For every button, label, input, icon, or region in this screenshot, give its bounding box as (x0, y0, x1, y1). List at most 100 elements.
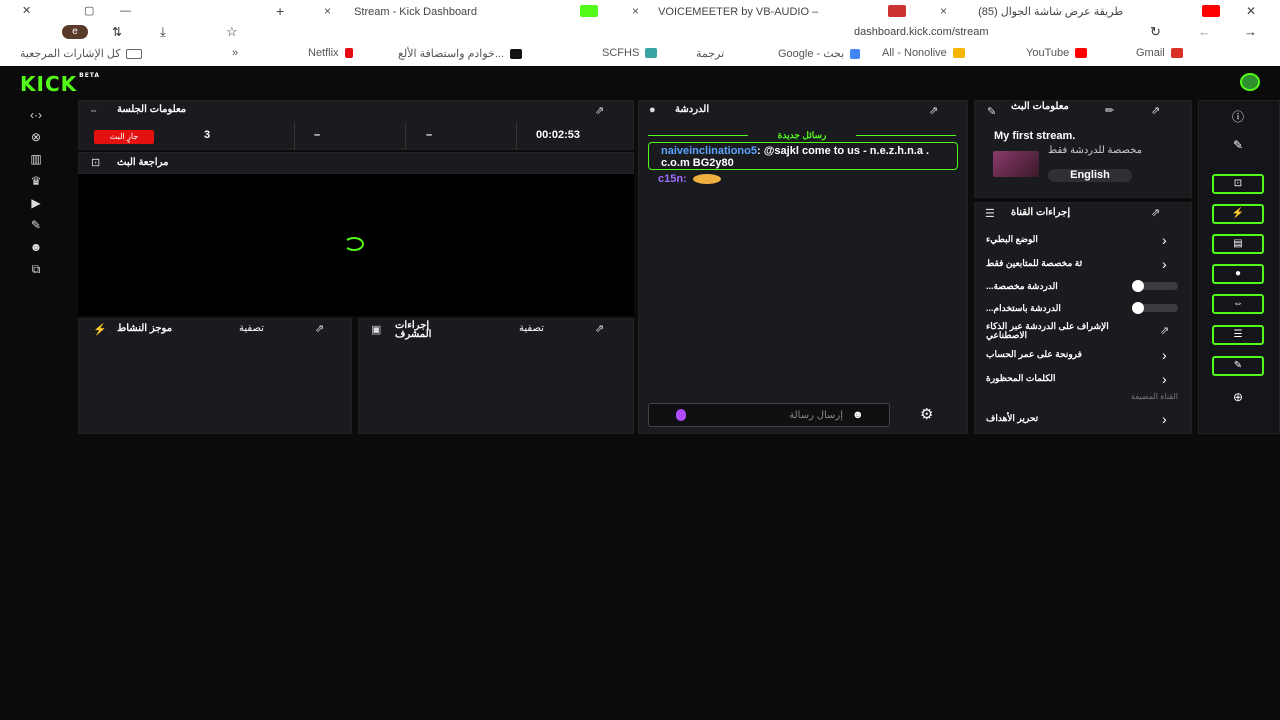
ai-moderation-action[interactable]: الإشراف على الدردشة عبر الذكاء الاصطناعي (986, 322, 1136, 340)
close-tab-icon[interactable]: × (632, 4, 639, 18)
mod-toggle-icon[interactable]: ▤ (1212, 234, 1264, 254)
bookmark-star-icon[interactable]: ☆ (226, 24, 238, 40)
analytics-icon[interactable]: ▥ (24, 152, 48, 166)
forward-icon[interactable]: ← (1198, 24, 1211, 39)
close-tab-icon[interactable]: × (324, 4, 331, 18)
left-sidebar: ‹·› ⊗ ▥ ♛ ▶ ✎ ☻ ⧉ (0, 100, 72, 720)
kick-logo[interactable]: KICK BETA (20, 72, 100, 96)
new-tab-button[interactable]: + (276, 3, 284, 19)
microphone-icon[interactable] (676, 409, 686, 421)
panel-title: معلومات البث (1011, 101, 1069, 112)
followers-only-action[interactable]: ثة مخصصة للمتابعين فقط › (986, 256, 1176, 272)
session-icon: ⇔ (89, 105, 98, 115)
emoji-icon[interactable]: ☻ (852, 409, 864, 421)
new-messages-divider: رسائل جديدة (648, 130, 956, 140)
bookmark-netflix[interactable]: Netflix (308, 47, 353, 59)
chat-message[interactable]: naiveinclinationo5: @sajkl come to us - … (648, 142, 958, 170)
popout-icon[interactable]: ⇗ (1151, 104, 1160, 117)
minimize-window-icon[interactable]: — (120, 3, 131, 19)
stat-value: – (314, 129, 321, 141)
tab-title: (85) طريقة عرض شاشة الجوال (978, 6, 1124, 18)
chat-input-box[interactable]: ☻ (648, 403, 890, 427)
add-widget-icon[interactable]: ⊕ (1225, 390, 1251, 404)
session-toggle-icon[interactable]: ⇔ (1212, 294, 1264, 314)
bookmark-nonolive[interactable]: All - Nonolive (882, 47, 965, 59)
popout-icon[interactable]: ⇗ (315, 322, 324, 335)
link-icon[interactable]: ⊗ (24, 130, 48, 144)
account-age-action[interactable]: فرونحة على عمر الحساب › (986, 347, 1176, 363)
section-heading: القناة المضيفة (1131, 392, 1178, 401)
category-name: مخصصة للدردشة فقط (1048, 145, 1143, 156)
edit-goals-action[interactable]: تحرير الأهداف › (986, 411, 1176, 427)
extensions-icon[interactable]: ⧉ (24, 262, 48, 276)
chat-settings-icon[interactable]: ⚙ (920, 405, 933, 423)
tab-close-icon[interactable]: ✕ (1246, 3, 1256, 19)
loading-spinner (344, 237, 364, 251)
banned-words-action[interactable]: الكلمات المحظورة › (986, 371, 1176, 387)
stream-preview-toggle-icon[interactable]: ⊡ (1212, 174, 1264, 194)
info-icon[interactable]: ⓘ (1225, 108, 1251, 125)
back-icon[interactable]: → (1244, 24, 1257, 39)
subscribers-chat-toggle[interactable] (1132, 280, 1178, 292)
popout-icon[interactable]: ⇗ (595, 322, 604, 335)
bookmark-servers[interactable]: خوادم واستضافة الألع... (398, 47, 523, 60)
tab-voicemeeter[interactable]: × VOICEMEETER by VB-AUDIO – (626, 3, 926, 19)
stream-icon[interactable]: ‹·› (24, 108, 48, 122)
chat-toggle-icon[interactable]: ● (1212, 264, 1264, 284)
chevron-icon: › (1162, 232, 1167, 248)
close-window-icon[interactable]: ✕ (22, 3, 31, 19)
user-avatar[interactable] (1240, 73, 1260, 91)
video-icon[interactable]: ▶ (24, 196, 48, 210)
bookmark-translate[interactable]: ترجمة (696, 47, 724, 60)
reload-icon[interactable]: ↻ (1150, 24, 1161, 40)
activity-toggle-icon[interactable]: ⚡ (1212, 204, 1264, 224)
filter-button[interactable]: تصفية (519, 323, 544, 334)
bookmark-youtube[interactable]: YouTube (1026, 47, 1088, 59)
popout-icon[interactable]: ⇗ (929, 104, 938, 117)
filter-button[interactable]: تصفية (239, 323, 264, 334)
toggle-knob (1132, 280, 1144, 292)
toggle-knob (1132, 302, 1144, 314)
close-tab-icon[interactable]: × (940, 4, 947, 18)
community-icon[interactable]: ☻ (24, 240, 48, 254)
restore-window-icon[interactable]: ▢ (84, 3, 94, 19)
slow-mode-action[interactable]: الوضع البطيء › (986, 232, 1176, 248)
stream-title: My first stream. (994, 130, 1076, 142)
bookmarks-more[interactable]: » (232, 47, 238, 59)
trophy-icon[interactable]: ♛ (24, 174, 48, 188)
stream-info-toggle-icon[interactable]: ✎ (1212, 356, 1264, 376)
language-badge: English (1048, 169, 1132, 182)
chat-username[interactable]: naiveinclinationo5 (661, 145, 757, 157)
bookmark-all[interactable]: كل الإشارات المرجعية (20, 47, 143, 60)
bookmark-scfhs[interactable]: SCFHS (602, 47, 658, 59)
profile-avatar[interactable]: e (62, 25, 88, 39)
tab-youtube[interactable]: × (85) طريقة عرض شاشة الجوال (934, 3, 1234, 19)
popout-icon[interactable]: ⇗ (1151, 206, 1160, 219)
popout-icon[interactable]: ⇗ (595, 104, 604, 117)
netflix-icon (344, 48, 353, 59)
chevron-icon: › (1162, 371, 1167, 387)
tab-kick-dashboard[interactable]: × Stream - Kick Dashboard (318, 3, 618, 19)
bookmark-gmail[interactable]: Gmail (1136, 47, 1183, 59)
wrench-icon[interactable]: ✎ (24, 218, 48, 232)
youtube-favicon-icon (1202, 5, 1220, 17)
address-bar-row: e ⇅ ⤓ ☆ dashboard.kick.com/stream ↻ ← → (0, 22, 1280, 44)
download-icon[interactable]: ⤓ (160, 24, 166, 40)
tab-search-icon[interactable]: ⇅ (112, 25, 122, 39)
external-link-icon[interactable]: ⇗ (1160, 324, 1169, 337)
chat-icon: ● (649, 104, 656, 116)
browser-chrome: ✕ ▢ — + × Stream - Kick Dashboard × VOIC… (0, 0, 1280, 66)
edit-icon[interactable]: ✏ (1105, 104, 1114, 117)
chat-input[interactable] (693, 408, 843, 422)
edit-icon[interactable]: ✎ (1225, 138, 1251, 152)
bookmark-google[interactable]: Google - بحث (778, 47, 861, 60)
channel-actions-toggle-icon[interactable]: ☰ (1212, 325, 1264, 345)
url-text[interactable]: dashboard.kick.com/stream (854, 26, 989, 38)
panel-title: إجراءات المشرف (395, 320, 432, 340)
mod-actions-panel: ▣ إجراءات المشرف تصفية ⇗ (358, 318, 634, 434)
tab-title: Stream - Kick Dashboard (354, 6, 477, 18)
emote-chat-toggle[interactable] (1132, 302, 1178, 314)
chat-username[interactable]: c15n (658, 173, 683, 185)
chat-message[interactable]: c15n: (658, 173, 721, 185)
bolt-icon: ⚡ (93, 324, 107, 336)
